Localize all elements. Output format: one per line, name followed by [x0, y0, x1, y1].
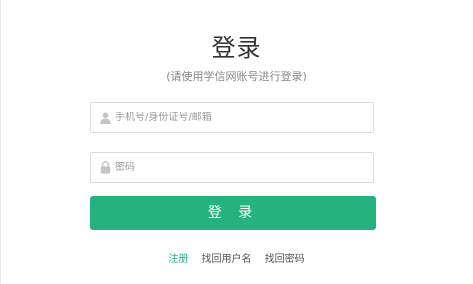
login-button[interactable]: 登 录: [90, 196, 376, 230]
find-password-link[interactable]: 找回密码: [265, 254, 305, 265]
username-input[interactable]: [115, 112, 365, 123]
password-input[interactable]: [115, 162, 365, 173]
password-field[interactable]: [90, 152, 374, 183]
lock-icon: [99, 161, 111, 175]
login-subtitle: (请使用学信网账号进行登录): [166, 70, 307, 83]
account-links: 注册 找回用户名 找回密码: [0, 253, 473, 267]
user-icon: [99, 111, 111, 125]
username-field[interactable]: [90, 102, 374, 133]
login-title: 登录: [211, 34, 262, 62]
login-page: 登录 (请使用学信网账号进行登录) 登 录 注册 找回用户: [0, 0, 473, 284]
find-username-link[interactable]: 找回用户名: [202, 254, 252, 265]
register-link[interactable]: 注册: [168, 254, 188, 265]
login-card: 登录 (请使用学信网账号进行登录) 登 录 注册 找回用户: [0, 0, 473, 284]
